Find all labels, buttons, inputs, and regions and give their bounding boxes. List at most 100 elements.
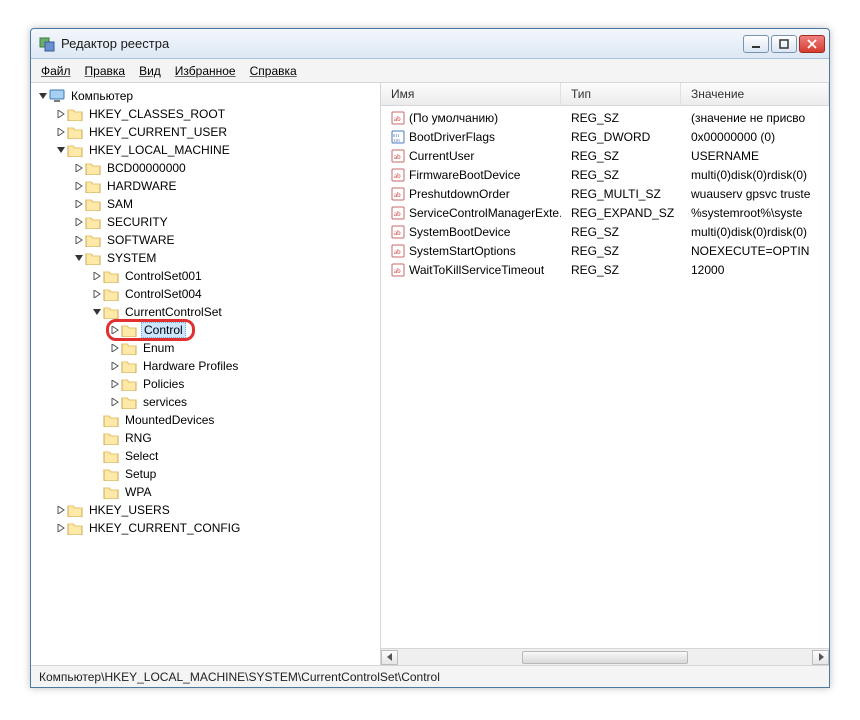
tree-item[interactable]: Hardware Profiles	[31, 357, 380, 375]
maximize-button[interactable]	[771, 35, 797, 53]
menu-file[interactable]: Файл	[41, 64, 71, 78]
tree-item-label[interactable]: BCD00000000	[105, 161, 188, 175]
tree-item-label[interactable]: MountedDevices	[123, 413, 216, 427]
tree-item-label[interactable]: Policies	[141, 377, 186, 391]
tree-item-label[interactable]: Setup	[123, 467, 158, 481]
tree-item[interactable]: services	[31, 393, 380, 411]
tree-item-label[interactable]: WPA	[123, 485, 153, 499]
tree-item-label[interactable]: CurrentControlSet	[123, 305, 224, 319]
scroll-left-button[interactable]	[381, 650, 398, 665]
expand-arrow-icon[interactable]	[91, 288, 103, 300]
expand-arrow-icon[interactable]	[55, 504, 67, 516]
menu-help[interactable]: Справка	[250, 64, 297, 78]
tree-item[interactable]: SECURITY	[31, 213, 380, 231]
tree-item[interactable]: HKEY_CURRENT_USER	[31, 123, 380, 141]
folder-icon	[67, 521, 83, 535]
expand-arrow-icon[interactable]	[73, 216, 85, 228]
list-row[interactable]: BootDriverFlags REG_DWORD 0x00000000 (0)	[381, 127, 829, 146]
tree-item-label[interactable]: Компьютер	[69, 89, 135, 103]
expand-arrow-icon[interactable]	[73, 252, 85, 264]
expand-arrow-icon[interactable]	[109, 342, 121, 354]
list-row[interactable]: SystemBootDevice REG_SZ multi(0)disk(0)r…	[381, 222, 829, 241]
tree-item[interactable]: MountedDevices	[31, 411, 380, 429]
tree-item-label[interactable]: Control	[141, 322, 186, 338]
menu-favorites[interactable]: Избранное	[175, 64, 236, 78]
scroll-right-button[interactable]	[812, 650, 829, 665]
tree-item-label[interactable]: RNG	[123, 431, 154, 445]
list-row[interactable]: CurrentUser REG_SZ USERNAME	[381, 146, 829, 165]
menu-edit[interactable]: Правка	[85, 64, 126, 78]
expand-arrow-icon[interactable]	[37, 90, 49, 102]
list-row[interactable]: WaitToKillServiceTimeout REG_SZ 12000	[381, 260, 829, 279]
tree-item[interactable]: CurrentControlSet	[31, 303, 380, 321]
expand-arrow-icon[interactable]	[91, 270, 103, 282]
tree-item-label[interactable]: SECURITY	[105, 215, 170, 229]
expand-arrow-icon[interactable]	[109, 360, 121, 372]
horizontal-scrollbar[interactable]	[381, 648, 829, 665]
list-row[interactable]: FirmwareBootDevice REG_SZ multi(0)disk(0…	[381, 165, 829, 184]
expand-arrow-icon[interactable]	[55, 108, 67, 120]
tree-item[interactable]: ControlSet004	[31, 285, 380, 303]
tree-item-label[interactable]: HKEY_CURRENT_CONFIG	[87, 521, 242, 535]
tree-item-label[interactable]: HKEY_CLASSES_ROOT	[87, 107, 227, 121]
tree-item-label[interactable]: HKEY_USERS	[87, 503, 172, 517]
list-body[interactable]: (По умолчанию) REG_SZ (значение не присв…	[381, 106, 829, 648]
expand-arrow-icon[interactable]	[55, 522, 67, 534]
close-button[interactable]	[799, 35, 825, 53]
tree-item-label[interactable]: ControlSet001	[123, 269, 204, 283]
tree-item-label[interactable]: SOFTWARE	[105, 233, 177, 247]
expand-arrow-icon[interactable]	[91, 306, 103, 318]
col-name[interactable]: Имя	[381, 83, 561, 105]
list-row[interactable]: PreshutdownOrder REG_MULTI_SZ wuauserv g…	[381, 184, 829, 203]
tree-item[interactable]: Компьютер	[31, 87, 380, 105]
tree-item[interactable]: SYSTEM	[31, 249, 380, 267]
tree-item-label[interactable]: HARDWARE	[105, 179, 179, 193]
tree-item-label[interactable]: HKEY_LOCAL_MACHINE	[87, 143, 232, 157]
tree-item[interactable]: Setup	[31, 465, 380, 483]
tree-item-label[interactable]: Select	[123, 449, 160, 463]
col-value[interactable]: Значение	[681, 83, 829, 105]
tree-item[interactable]: HARDWARE	[31, 177, 380, 195]
tree-item[interactable]: HKEY_CURRENT_CONFIG	[31, 519, 380, 537]
tree-item[interactable]: Select	[31, 447, 380, 465]
tree-item[interactable]: RNG	[31, 429, 380, 447]
tree-item-label[interactable]: HKEY_CURRENT_USER	[87, 125, 229, 139]
expand-arrow-icon[interactable]	[109, 324, 121, 336]
tree-item[interactable]: HKEY_LOCAL_MACHINE	[31, 141, 380, 159]
tree-item[interactable]: HKEY_CLASSES_ROOT	[31, 105, 380, 123]
tree-item-label[interactable]: Enum	[141, 341, 176, 355]
tree-item-label[interactable]: services	[141, 395, 189, 409]
tree-item[interactable]: BCD00000000	[31, 159, 380, 177]
tree-item[interactable]: WPA	[31, 483, 380, 501]
expand-arrow-icon[interactable]	[73, 162, 85, 174]
tree-item[interactable]: HKEY_USERS	[31, 501, 380, 519]
tree-item-label[interactable]: SYSTEM	[105, 251, 158, 265]
expand-arrow-icon[interactable]	[73, 234, 85, 246]
tree-item[interactable]: ControlSet001	[31, 267, 380, 285]
scroll-track[interactable]	[398, 650, 812, 665]
list-row[interactable]: SystemStartOptions REG_SZ NOEXECUTE=OPTI…	[381, 241, 829, 260]
tree-item[interactable]: Policies	[31, 375, 380, 393]
reg-value-icon	[391, 206, 405, 220]
tree-item[interactable]: SOFTWARE	[31, 231, 380, 249]
tree-item-label[interactable]: Hardware Profiles	[141, 359, 240, 373]
list-row[interactable]: (По умолчанию) REG_SZ (значение не присв…	[381, 108, 829, 127]
expand-arrow-icon[interactable]	[109, 396, 121, 408]
titlebar[interactable]: Редактор реестра	[31, 29, 829, 59]
col-type[interactable]: Тип	[561, 83, 681, 105]
menu-view[interactable]: Вид	[139, 64, 161, 78]
tree-item-label[interactable]: SAM	[105, 197, 135, 211]
minimize-button[interactable]	[743, 35, 769, 53]
tree-pane[interactable]: Компьютер HKEY_CLASSES_ROOT HKEY_CURRENT_U…	[31, 83, 381, 665]
expand-arrow-icon[interactable]	[55, 126, 67, 138]
expand-arrow-icon[interactable]	[109, 378, 121, 390]
tree-item[interactable]: Control	[31, 321, 380, 339]
tree-item[interactable]: Enum	[31, 339, 380, 357]
list-row[interactable]: ServiceControlManagerExte... REG_EXPAND_…	[381, 203, 829, 222]
expand-arrow-icon[interactable]	[73, 198, 85, 210]
scroll-thumb[interactable]	[522, 651, 688, 664]
expand-arrow-icon[interactable]	[73, 180, 85, 192]
expand-arrow-icon[interactable]	[55, 144, 67, 156]
tree-item-label[interactable]: ControlSet004	[123, 287, 204, 301]
tree-item[interactable]: SAM	[31, 195, 380, 213]
